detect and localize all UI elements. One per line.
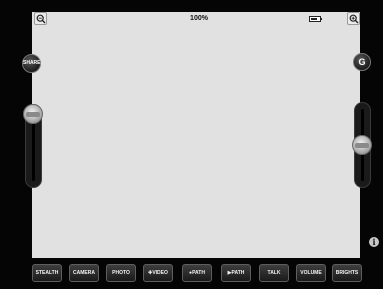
camera-button[interactable]: CAMERA	[69, 264, 99, 282]
zoom-out-button[interactable]	[34, 12, 47, 25]
share-button[interactable]: SHARE	[22, 54, 41, 73]
video-viewport[interactable]	[32, 12, 360, 258]
video-button[interactable]: ✚VIDEO	[143, 264, 173, 282]
photo-button[interactable]: PHOTO	[106, 264, 136, 282]
g-button[interactable]: G	[353, 53, 371, 71]
volume-button[interactable]: VOLUME	[296, 264, 326, 282]
play-path-button[interactable]: ▶PATH	[221, 264, 251, 282]
right-slider-knob[interactable]	[352, 135, 372, 155]
battery-icon	[309, 16, 321, 22]
info-icon[interactable]: i	[369, 237, 379, 247]
app-frame: 100% SHARE G i STEALTH CAMERA PHOTO ✚VID…	[0, 0, 383, 289]
zoom-in-icon	[349, 14, 359, 24]
zoom-level-text: 100%	[190, 15, 208, 22]
record-path-button[interactable]: ●PATH	[182, 264, 212, 282]
battery-level-fill	[311, 18, 317, 20]
brights-button[interactable]: BRIGHTS	[332, 264, 362, 282]
battery-tip	[321, 18, 322, 20]
left-slider-knob[interactable]	[23, 104, 43, 124]
zoom-in-button[interactable]	[347, 12, 360, 25]
stealth-button[interactable]: STEALTH	[32, 264, 62, 282]
share-button-label: SHARE	[23, 60, 41, 66]
talk-button[interactable]: TALK	[259, 264, 289, 282]
zoom-out-icon	[36, 14, 46, 24]
bottom-toolbar: STEALTH CAMERA PHOTO ✚VIDEO ●PATH ▶PATH …	[32, 264, 362, 282]
g-button-label: G	[358, 57, 366, 67]
